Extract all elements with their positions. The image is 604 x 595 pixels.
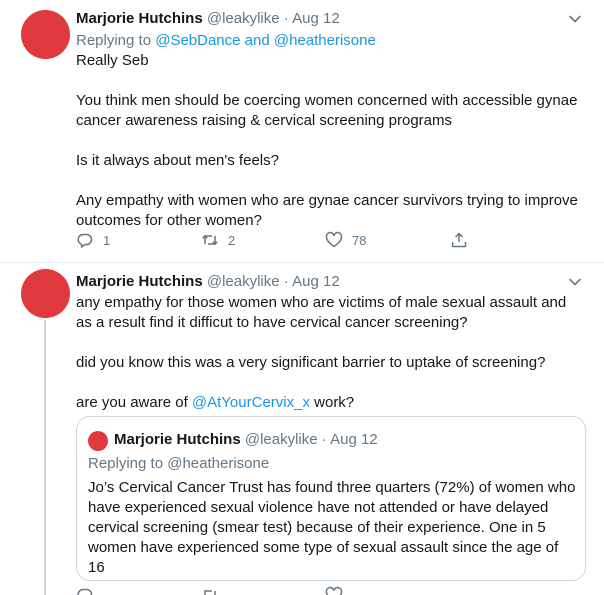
tweet[interactable]: Marjorie Hutchins @leakylike · Aug 12 Re…	[0, 0, 604, 262]
tweet-date[interactable]: Aug 12	[292, 10, 340, 27]
mention-link[interactable]: @AtYourCervix_x	[192, 394, 310, 411]
tweet-paragraph: Any empathy with women who are gynae can…	[76, 192, 578, 229]
author-handle[interactable]: @leakylike	[207, 273, 280, 290]
replying-prefix: Replying to	[76, 32, 152, 49]
avatar	[88, 431, 108, 451]
quoted-tweet-header: Marjorie Hutchins @leakylike · Aug 12	[114, 430, 378, 449]
retweet-button[interactable]: 2	[201, 231, 235, 249]
mention-link[interactable]: @heatherisone	[274, 32, 376, 49]
tweet-paragraph: did you know this was a very significant…	[76, 354, 546, 371]
like-count: 78	[352, 232, 367, 248]
separator: ·	[283, 273, 289, 290]
share-button[interactable]	[450, 231, 468, 249]
tweet-actions: 1 2 78	[76, 231, 476, 251]
like-button[interactable]: 78	[325, 231, 366, 249]
separator: ·	[321, 431, 327, 448]
replying-to: Replying to @heatherisone	[88, 454, 269, 473]
thread-connector	[44, 320, 46, 595]
quoted-tweet-card[interactable]: Marjorie Hutchins @leakylike · Aug 12 Re…	[76, 416, 586, 581]
reply-button[interactable]: 1	[76, 231, 110, 249]
reply-count: 1	[103, 232, 111, 248]
aware-prefix: are you aware of	[76, 394, 188, 411]
author-handle: @leakylike	[244, 431, 318, 448]
tweet-header: Marjorie Hutchins @leakylike · Aug 12	[76, 272, 340, 291]
avatar[interactable]	[21, 10, 70, 59]
tweet-paragraph: You think men should be coercing women c…	[76, 92, 578, 129]
tweet-header: Marjorie Hutchins @leakylike · Aug 12	[76, 9, 340, 28]
reply-icon[interactable]	[76, 586, 94, 595]
tweet-paragraph: Is it always about men's feels?	[76, 152, 279, 169]
tweet-date[interactable]: Aug 12	[292, 273, 340, 290]
tweet-paragraph: any empathy for those women who are vict…	[76, 294, 567, 331]
tweet-actions-peek	[76, 586, 476, 595]
retweet-icon[interactable]	[201, 586, 219, 595]
replying-prefix: Replying to	[88, 455, 164, 472]
heart-icon	[325, 231, 343, 248]
author-name[interactable]: Marjorie Hutchins	[76, 273, 203, 290]
retweet-icon	[202, 235, 218, 245]
share-icon	[451, 232, 467, 248]
tweet-date: Aug 12	[330, 431, 378, 448]
separator: ·	[283, 10, 289, 27]
tweet-paragraph: are you aware of @AtYourCervix_x work?	[76, 393, 586, 413]
replying-handle: @heatherisone	[167, 455, 270, 472]
reply-icon	[77, 233, 93, 248]
retweet-count: 2	[228, 232, 236, 248]
heart-icon[interactable]	[325, 586, 343, 595]
aware-suffix: work?	[314, 394, 355, 411]
replying-and[interactable]: and	[245, 32, 270, 49]
mention-link[interactable]: @SebDance	[155, 32, 240, 49]
chevron-down-icon[interactable]	[568, 12, 582, 26]
avatar[interactable]	[21, 269, 70, 318]
tweet-text: any empathy for those women who are vict…	[76, 293, 586, 413]
tweet-paragraph: Really Seb	[76, 52, 149, 69]
author-name: Marjorie Hutchins	[114, 431, 241, 448]
replying-to: Replying to @SebDance and @heatherisone	[76, 31, 376, 50]
author-handle[interactable]: @leakylike	[207, 10, 280, 27]
tweet-text: Really Seb You think men should be coerc…	[76, 51, 586, 231]
chevron-down-icon[interactable]	[568, 275, 582, 289]
author-name[interactable]: Marjorie Hutchins	[76, 10, 203, 27]
quoted-tweet-text: Jo’s Cervical Cancer Trust has found thr…	[88, 479, 576, 576]
